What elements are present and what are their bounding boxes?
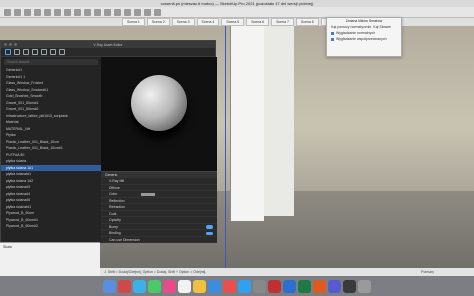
scene-tab[interactable]: Scena 7 [271, 18, 294, 26]
can-use-row[interactable]: Can use Dimension [101, 237, 217, 243]
list-item[interactable]: Plywood_B_50cm#2 [1, 223, 101, 230]
launchpad-icon[interactable] [118, 279, 131, 293]
smooth-normals-checkbox[interactable] [331, 31, 334, 35]
scene-tab[interactable]: Scena 6 [246, 18, 270, 26]
soften-edges-dialog: Zmiana klików Smaków Kąt pomocy normatyc… [326, 17, 402, 57]
render-elements-icon[interactable] [41, 49, 47, 55]
smooth-normals-label: Wygładzanie normalnych [336, 31, 376, 35]
pan-icon[interactable] [144, 8, 151, 16]
binding-label: Binding [109, 231, 121, 235]
dock [0, 276, 474, 296]
scene-tab[interactable]: Scena 2 [146, 18, 170, 26]
notes-icon[interactable] [193, 279, 206, 293]
eraser-tool-icon[interactable] [14, 8, 21, 16]
scene-tab[interactable]: Scena 3 [171, 18, 195, 26]
blue-axis-line [225, 26, 226, 276]
sketchup-icon[interactable] [268, 279, 281, 293]
orbit-icon[interactable] [134, 8, 141, 16]
geometry-icon[interactable] [23, 49, 29, 55]
window-title: corsenit.ps (mieszac.ti makro) — SketchU… [160, 1, 314, 6]
close-button[interactable] [4, 43, 7, 46]
editor-title: V-Ray Asset Editor [93, 42, 123, 47]
scene-tab[interactable]: Scena 8 [295, 18, 319, 26]
zoom-icon[interactable] [154, 8, 161, 16]
move-tool-icon[interactable] [64, 8, 71, 16]
zoom-button[interactable] [14, 43, 17, 46]
mail-icon[interactable] [208, 279, 221, 293]
bump-toggle[interactable] [206, 225, 213, 229]
text-tool-icon[interactable] [114, 8, 121, 16]
tape-measure-icon[interactable] [104, 8, 111, 16]
settings-icon[interactable] [50, 49, 56, 55]
offset-tool-icon[interactable] [94, 8, 101, 16]
push-pull-icon[interactable] [54, 8, 61, 16]
soften-coplanar-label: Wygładzanie współprzecinanych [336, 37, 387, 41]
scene-tabs: Scena 1 Scena 2 Scena 3 Scena 4 Scena 5 … [0, 18, 474, 26]
music-icon[interactable] [223, 279, 236, 293]
color-swatch[interactable] [141, 192, 155, 196]
menu-bar: corsenit.ps (mieszac.ti makro) — SketchU… [0, 0, 474, 7]
scene-tab[interactable]: Scena 4 [196, 18, 220, 26]
window-controls [4, 43, 17, 46]
color-label: Color [109, 192, 118, 196]
pencil-tool-icon[interactable] [24, 8, 31, 16]
main-toolbar [0, 7, 474, 18]
vray-asset-editor: V-Ray Asset Editor Search Assets Generic… [0, 40, 217, 243]
preview-sphere [131, 75, 187, 131]
binding-toggle[interactable] [206, 231, 213, 235]
materials-icon[interactable] [5, 49, 11, 55]
scene-tab[interactable]: Scena 1 [122, 18, 145, 26]
system-preferences-icon[interactable] [253, 279, 266, 293]
status-text: J. Shift = Dodaj/Odejmij, Option = Dodaj… [104, 270, 207, 274]
shape-tool-icon[interactable] [44, 8, 51, 16]
scene-tab[interactable]: Scena 5 [221, 18, 245, 26]
measurements-label: Pomiary [421, 270, 434, 274]
word-icon[interactable] [283, 279, 296, 293]
photos-icon[interactable] [163, 279, 176, 293]
calendar-icon[interactable] [178, 279, 191, 293]
editor-titlebar: V-Ray Asset Editor [1, 41, 215, 48]
render-icon[interactable] [59, 49, 65, 55]
scale-label: Skala [3, 245, 12, 249]
teams-icon[interactable] [328, 279, 341, 293]
messages-icon[interactable] [148, 279, 161, 293]
bump-label: Bump [109, 224, 119, 229]
angle-label-b: Kąt Słowne [373, 25, 391, 29]
status-bar: J. Shift = Dodaj/Odejmij, Option = Dodaj… [100, 268, 474, 276]
angle-label-a: Kąt pomocy normatycznie [331, 25, 372, 29]
paint-bucket-icon[interactable] [124, 8, 131, 16]
minimize-button[interactable] [9, 43, 12, 46]
app-store-icon[interactable] [238, 279, 251, 293]
excel-icon[interactable] [298, 279, 311, 293]
window-wall [230, 26, 264, 221]
search-input[interactable]: Search Assets [4, 59, 98, 65]
editor-toolbar [1, 48, 215, 57]
trash-icon[interactable] [358, 279, 371, 293]
soften-coplanar-row[interactable]: Wygładzanie współprzecinanych [327, 36, 401, 42]
window-reveal [264, 26, 294, 216]
scale-panel: Skala [0, 242, 100, 276]
rotate-tool-icon[interactable] [74, 8, 81, 16]
select-tool-icon[interactable] [4, 8, 11, 16]
arc-tool-icon[interactable] [34, 8, 41, 16]
vray-icon[interactable] [313, 279, 326, 293]
material-properties: Generic V-Ray Mtl Diffuse Color Reflecti… [101, 171, 217, 243]
lights-icon[interactable] [14, 49, 20, 55]
finder-icon[interactable] [103, 279, 116, 293]
material-preview [101, 57, 217, 171]
safari-icon[interactable] [133, 279, 146, 293]
terminal-icon[interactable] [343, 279, 356, 293]
soften-coplanar-checkbox[interactable] [331, 37, 334, 41]
textures-icon[interactable] [32, 49, 38, 55]
material-list: Search Assets Generic#1 Generic#1 1 Glass_… [1, 57, 101, 243]
scale-tool-icon[interactable] [84, 8, 91, 16]
